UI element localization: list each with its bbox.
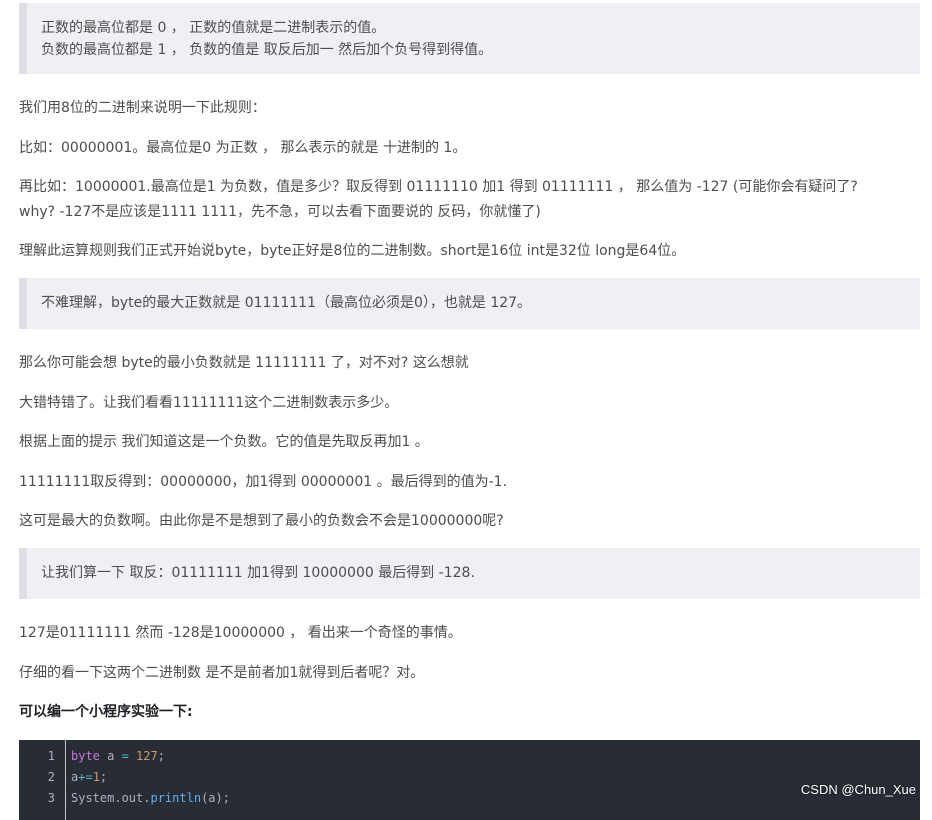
paragraph: 仔细的看一下这两个二进制数 是不是前者加1就得到后者呢？对。 xyxy=(19,665,425,681)
code-function: println xyxy=(150,791,202,805)
paragraph: 根据上面的提示 我们知道这是一个负数。它的值是先取反再加1 。 xyxy=(19,434,429,450)
blockquote-byte-max: 不难理解，byte的最大正数就是 01111111（最高位必须是0），也就是 1… xyxy=(19,278,920,329)
paragraph: 我们用8位的二进制来说明一下此规则： xyxy=(19,100,266,116)
code-number: 1 xyxy=(92,770,100,784)
code-line: 3 System.out.println(a); xyxy=(19,788,919,809)
code-line: 1 byte a = 127; xyxy=(19,746,919,767)
code-text: (a); xyxy=(201,791,230,805)
blockquote-line: 正数的最高位都是 0 ， 正数的值就是二进制表示的值。 xyxy=(41,20,386,36)
code-operator: += xyxy=(78,770,93,784)
code-line: 2 a+=1; xyxy=(19,767,919,788)
line-number: 1 xyxy=(47,749,55,763)
watermark: CSDN @Chun_Xue xyxy=(800,782,916,797)
line-number: 2 xyxy=(47,770,55,784)
code-block[interactable]: 1 byte a = 127; 2 a+=1; 3 System.out.pri… xyxy=(19,740,920,820)
code-number: 127 xyxy=(128,749,158,763)
paragraph: why? -127不是应该是1111 1111，先不急，可以去看下面要说的 反码… xyxy=(19,204,541,220)
code-text: ; xyxy=(99,770,108,784)
paragraph: 大错特错了。让我们看看11111111这个二进制数表示多少。 xyxy=(19,395,399,411)
paragraph: 理解此运算规则我们正式开始说byte，byte正好是8位的二进制数。short是… xyxy=(19,243,686,259)
paragraph: 127是01111111 然而 -128是10000000 ， 看出来一个奇怪的… xyxy=(19,625,462,641)
code-text: a xyxy=(99,749,122,763)
code-operator: = xyxy=(121,749,129,763)
blockquote-calc: 让我们算一下 取反：01111111 加1得到 10000000 最后得到 -1… xyxy=(19,548,920,599)
blockquote-line: 让我们算一下 取反：01111111 加1得到 10000000 最后得到 -1… xyxy=(41,565,475,581)
paragraph: 比如：00000001。最高位是0 为正数 ， 那么表示的就是 十进制的 1。 xyxy=(19,140,467,156)
paragraph: 这可是最大的负数啊。由此你是不是想到了最小的负数会不会是10000000呢? xyxy=(19,513,504,529)
blockquote-sign-rule: 正数的最高位都是 0 ， 正数的值就是二进制表示的值。 负数的最高位都是 1 ，… xyxy=(19,3,920,74)
paragraph: 11111111取反得到：00000000，加1得到 00000001 。最后得… xyxy=(19,474,507,490)
line-number: 3 xyxy=(47,791,55,805)
blockquote-line: 不难理解，byte的最大正数就是 01111111（最高位必须是0），也就是 1… xyxy=(41,295,532,311)
paragraph: 那么你可能会想 byte的最小负数就是 11111111 了，对不对? 这么想就 xyxy=(19,355,469,371)
code-keyword: byte xyxy=(71,749,100,763)
code-text: System.out. xyxy=(71,791,151,805)
code-text: ; xyxy=(157,749,165,763)
paragraph-bold: 可以编一个小程序实验一下: xyxy=(19,704,193,720)
blockquote-line: 负数的最高位都是 1 ， 负数的值是 取反后加一 然后加个负号得到得值。 xyxy=(41,42,493,58)
paragraph: 再比如：10000001.最高位是1 为负数，值是多少？取反得到 0111111… xyxy=(19,179,858,195)
